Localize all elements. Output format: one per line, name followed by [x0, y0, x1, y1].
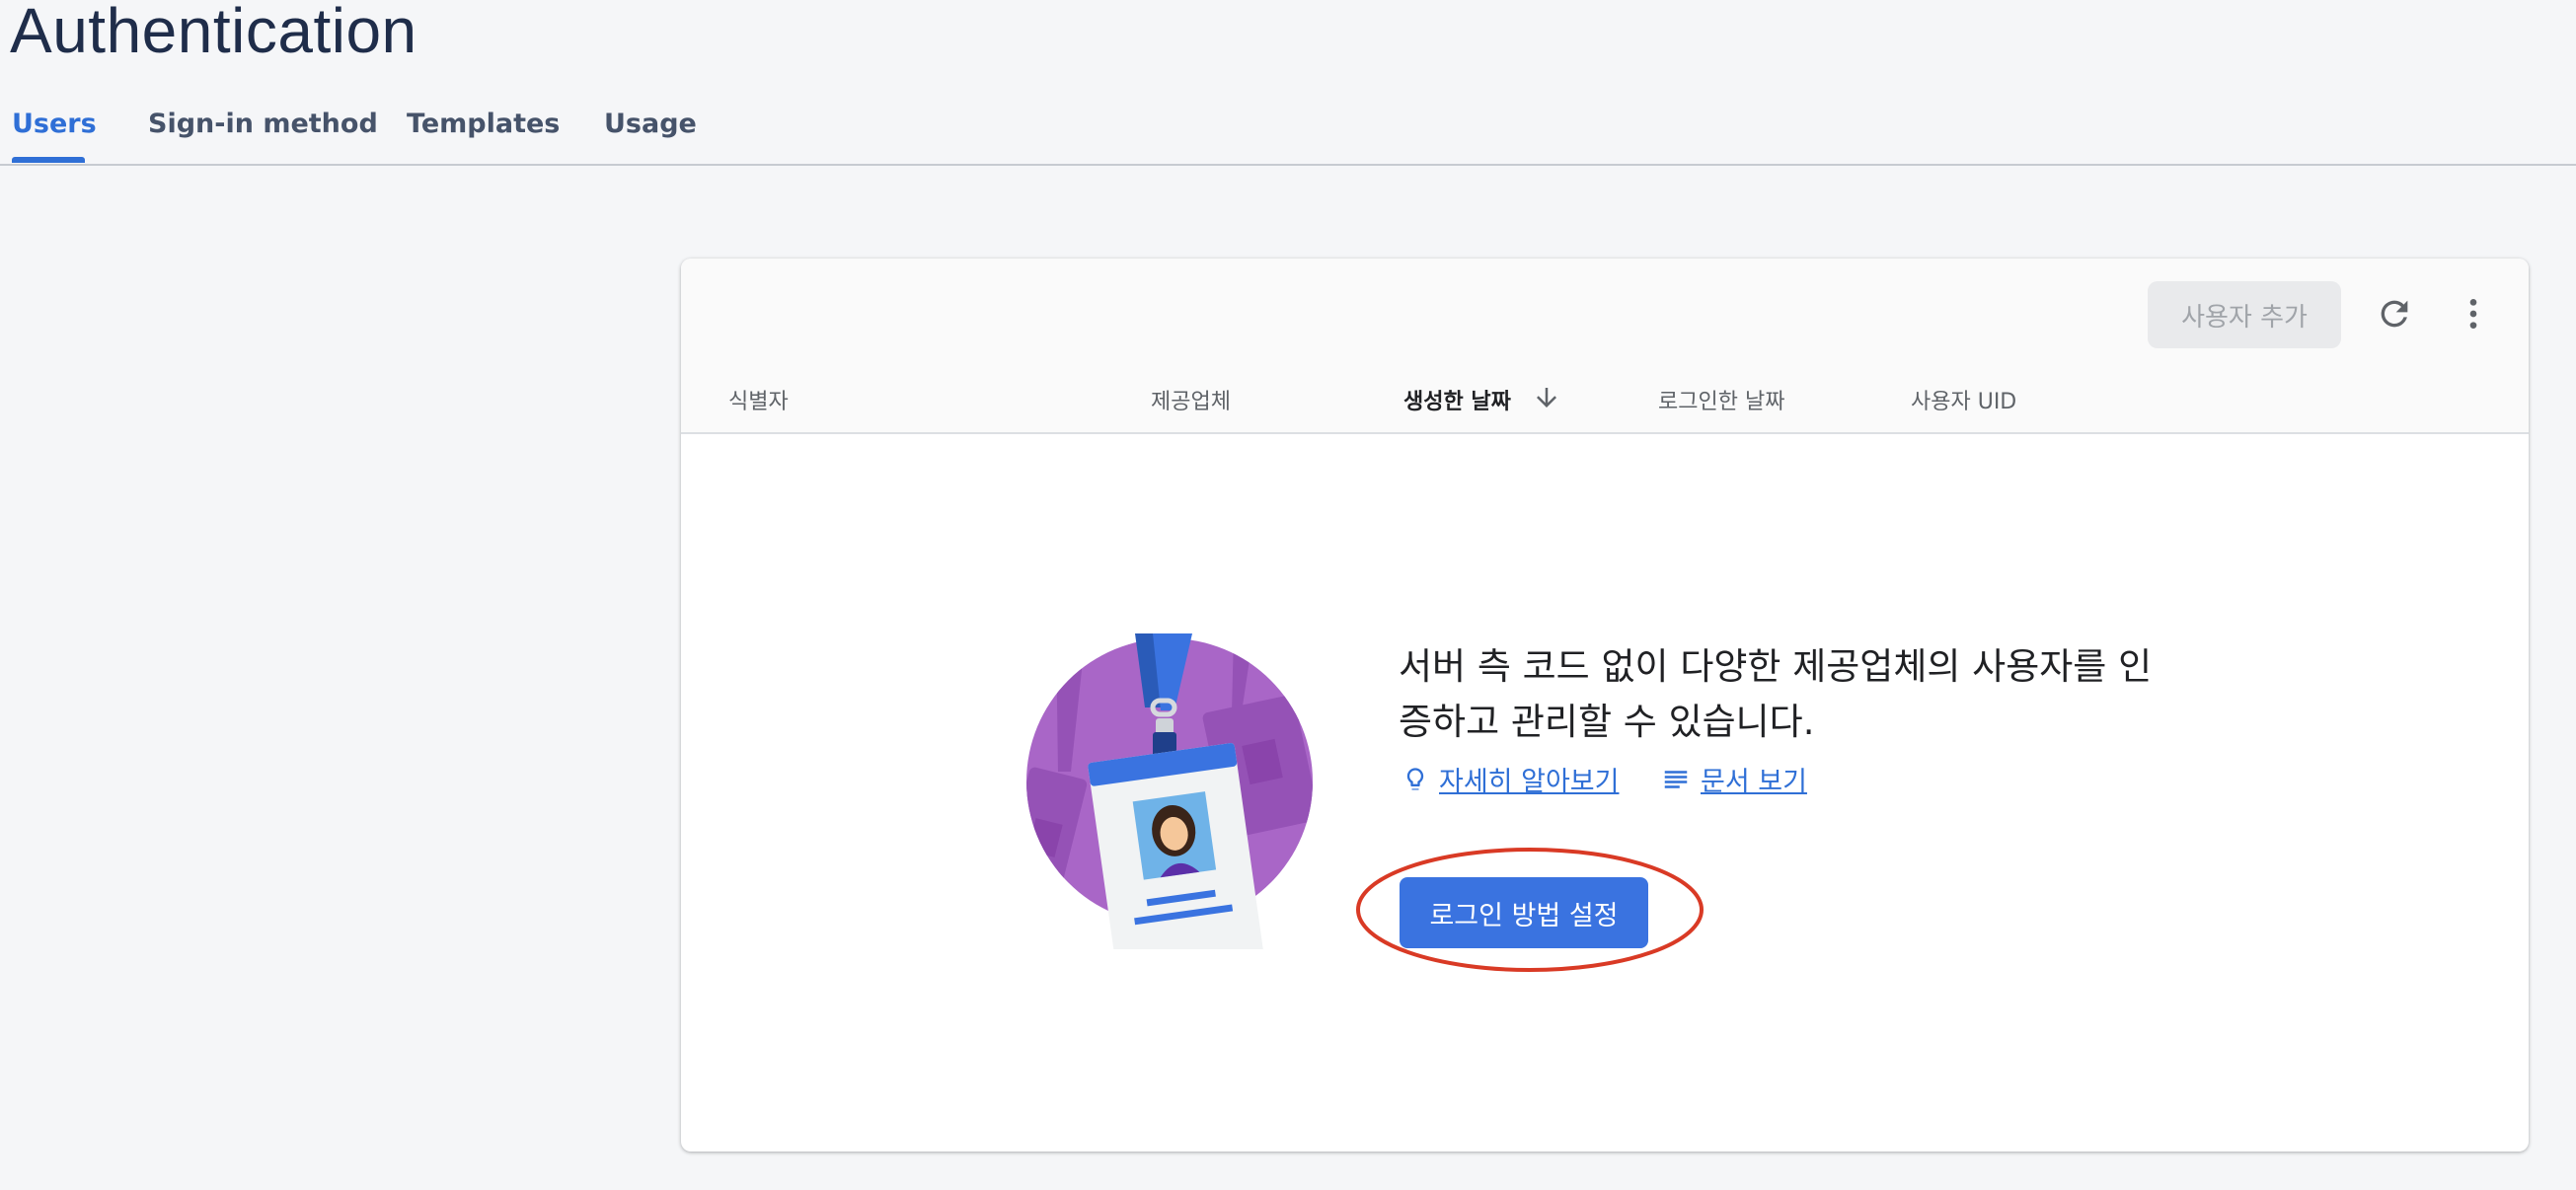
add-user-button[interactable]: 사용자 추가 — [2148, 281, 2341, 348]
empty-state-message: 서버 측 코드 없이 다양한 제공업체의 사용자를 인증하고 관리할 수 있습니… — [1399, 645, 2153, 743]
lightbulb-icon — [1402, 765, 1429, 794]
column-provider[interactable]: 제공업체 — [1151, 384, 1231, 415]
learn-more-label: 자세히 알아보기 — [1439, 767, 1620, 797]
tab-users[interactable]: Users — [12, 109, 97, 164]
refresh-button[interactable] — [2365, 284, 2424, 343]
more-options-button[interactable] — [2444, 284, 2503, 343]
view-docs-link[interactable]: 문서 보기 — [1661, 760, 1807, 798]
column-signed-in-date[interactable]: 로그인한 날짜 — [1658, 384, 1784, 415]
refresh-icon — [2381, 300, 2408, 328]
setup-sign-in-method-button[interactable]: 로그인 방법 설정 — [1400, 877, 1648, 948]
arrow-down-icon[interactable] — [1532, 383, 1561, 412]
docs-icon — [1661, 765, 1691, 794]
more-vert-icon — [2469, 299, 2477, 329]
tab-bar: Users Sign-in method Templates Usage — [0, 95, 2576, 166]
tab-usage[interactable]: Usage — [604, 109, 697, 164]
users-card: 사용자 추가 식별자 제공업체 생성한 날짜 로그인한 날짜 사용자 UID 서… — [681, 259, 2529, 1152]
column-created-date[interactable]: 생성한 날짜 — [1403, 384, 1511, 415]
users-table-header: 사용자 추가 식별자 제공업체 생성한 날짜 로그인한 날짜 사용자 UID — [681, 259, 2529, 434]
column-identifier[interactable]: 식별자 — [728, 384, 789, 415]
learn-more-link[interactable]: 자세히 알아보기 — [1402, 760, 1619, 798]
active-tab-indicator — [12, 157, 85, 163]
tab-sign-in-method[interactable]: Sign-in method — [148, 109, 378, 164]
page-title: Authentication — [10, 0, 417, 66]
view-docs-label: 문서 보기 — [1701, 767, 1807, 797]
column-user-uid[interactable]: 사용자 UID — [1911, 384, 2016, 415]
id-badge-illustration — [1026, 633, 1313, 949]
tab-templates[interactable]: Templates — [407, 109, 560, 164]
